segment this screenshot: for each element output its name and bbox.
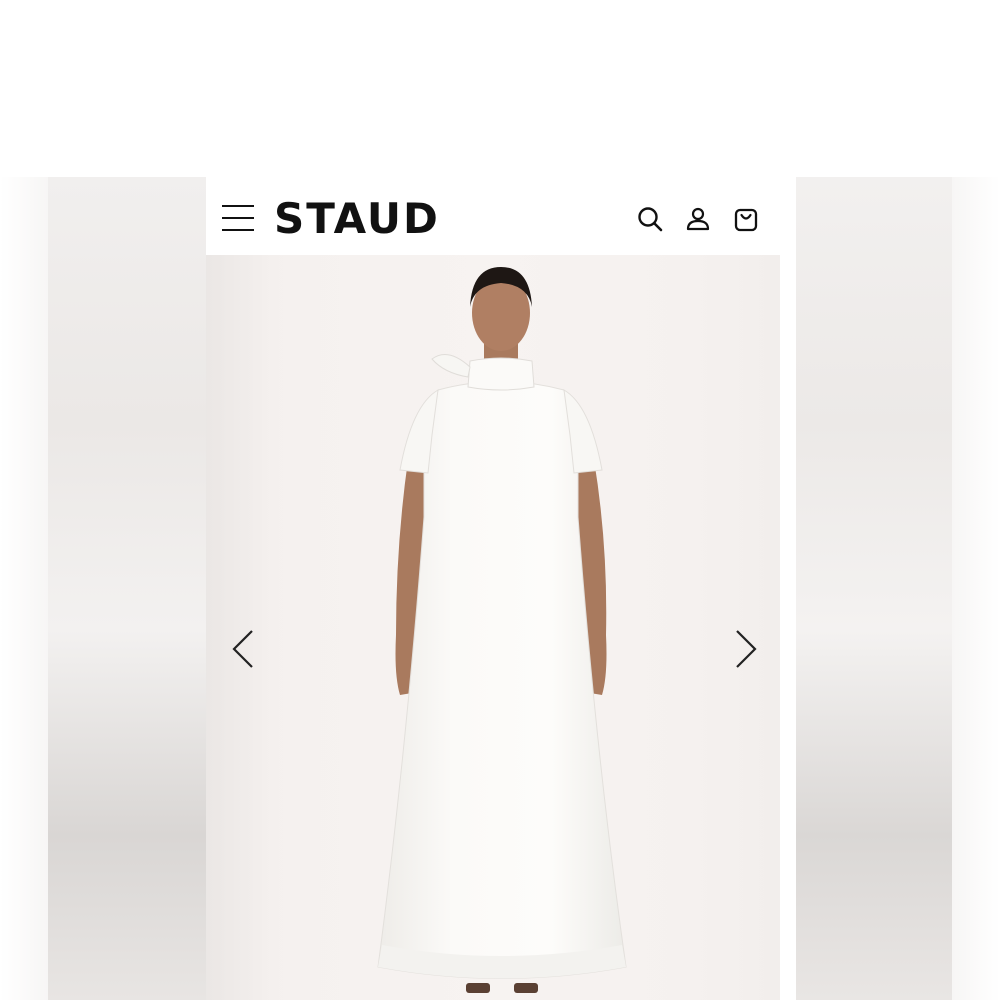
header-actions xyxy=(636,205,760,233)
screenshot-stage: STAUD xyxy=(0,0,1000,1000)
chevron-left-icon[interactable] xyxy=(228,627,258,671)
product-photo xyxy=(377,267,627,993)
hamburger-menu-icon[interactable] xyxy=(222,205,254,231)
chevron-right-icon[interactable] xyxy=(731,627,761,671)
blurred-side-panel-right xyxy=(796,177,952,1000)
site-header: STAUD xyxy=(206,177,780,255)
product-image-carousel[interactable] xyxy=(206,255,780,1000)
background-edge-left xyxy=(0,177,48,1000)
brand-logo[interactable]: STAUD xyxy=(274,193,440,245)
account-icon[interactable] xyxy=(684,205,712,233)
search-icon[interactable] xyxy=(636,205,664,233)
blurred-side-panel-left xyxy=(48,177,206,1000)
background-edge-right xyxy=(952,177,1000,1000)
product-page-screen: STAUD xyxy=(206,177,780,1000)
cart-icon[interactable] xyxy=(732,205,760,233)
